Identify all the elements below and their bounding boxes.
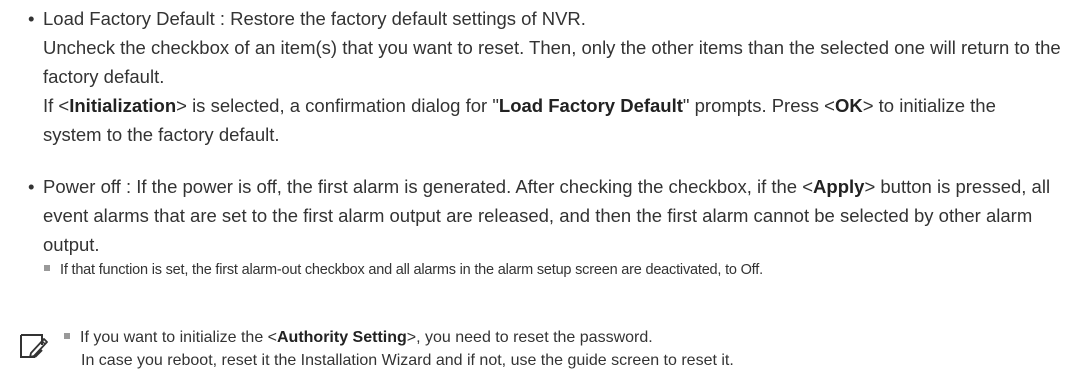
memo-line-1: If you want to initialize the <Authority… bbox=[64, 326, 734, 349]
power-off-subnote: If that function is set, the first alarm… bbox=[44, 260, 763, 280]
memo-line-2: In case you reboot, reset it the Install… bbox=[81, 352, 734, 369]
bullet-dot: • bbox=[28, 176, 35, 197]
note-pencil-icon bbox=[18, 331, 48, 361]
square-bullet-icon bbox=[64, 332, 70, 339]
load-factory-default-intro: Load Factory Default : Restore the facto… bbox=[43, 8, 586, 29]
memo-note: If you want to initialize the <Authority… bbox=[64, 326, 734, 372]
bullet-power-off-text: • Power off : If the power is off, the f… bbox=[28, 172, 1078, 259]
bullet-load-factory-default: • Load Factory Default : Restore the fac… bbox=[28, 4, 1078, 149]
power-off-desc: Power off : If the power is off, the fir… bbox=[43, 176, 1051, 255]
load-factory-default-desc: Uncheck the checkbox of an item(s) that … bbox=[43, 37, 1061, 87]
square-bullet-icon bbox=[44, 265, 50, 272]
bullet-dot: • bbox=[28, 8, 35, 29]
load-factory-default-initialization: If <Initialization> is selected, a confi… bbox=[43, 95, 996, 145]
